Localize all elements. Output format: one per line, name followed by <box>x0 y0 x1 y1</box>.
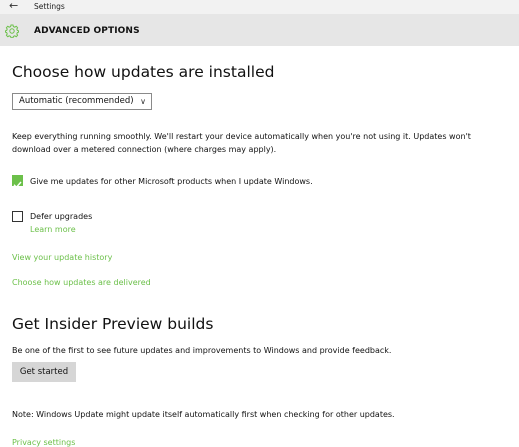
note-text: Note: Windows Update might update itself… <box>12 410 395 419</box>
insider-heading: Get Insider Preview builds <box>12 315 214 333</box>
insider-description: Be one of the first to see future update… <box>12 346 392 355</box>
updates-description: Keep everything running smoothly. We'll … <box>12 132 471 154</box>
install-mode-value: Automatic (recommended) <box>19 96 134 106</box>
delivery-options-link[interactable]: Choose how updates are delivered <box>12 278 151 287</box>
ms-products-checkbox[interactable] <box>12 175 23 189</box>
page-title: ADVANCED OPTIONS <box>34 26 140 36</box>
defer-upgrades-checkbox[interactable] <box>12 211 23 222</box>
updates-heading: Choose how updates are installed <box>12 63 275 81</box>
title-bar: ← Settings <box>0 0 519 14</box>
gear-icon <box>5 23 19 39</box>
privacy-settings-link[interactable]: Privacy settings <box>12 438 75 447</box>
window-title: Settings <box>34 2 65 11</box>
back-arrow-icon[interactable]: ← <box>9 0 18 12</box>
checkmark-icon <box>13 181 22 189</box>
learn-more-link[interactable]: Learn more <box>30 225 76 234</box>
defer-upgrades-label: Defer upgrades <box>30 212 93 221</box>
chevron-down-icon: ∨ <box>140 97 146 106</box>
update-history-link[interactable]: View your update history <box>12 253 112 262</box>
get-started-button[interactable]: Get started <box>12 362 76 382</box>
page-header: ADVANCED OPTIONS <box>0 14 519 46</box>
install-mode-dropdown[interactable]: Automatic (recommended) ∨ <box>12 93 152 110</box>
ms-products-label: Give me updates for other Microsoft prod… <box>30 177 313 186</box>
